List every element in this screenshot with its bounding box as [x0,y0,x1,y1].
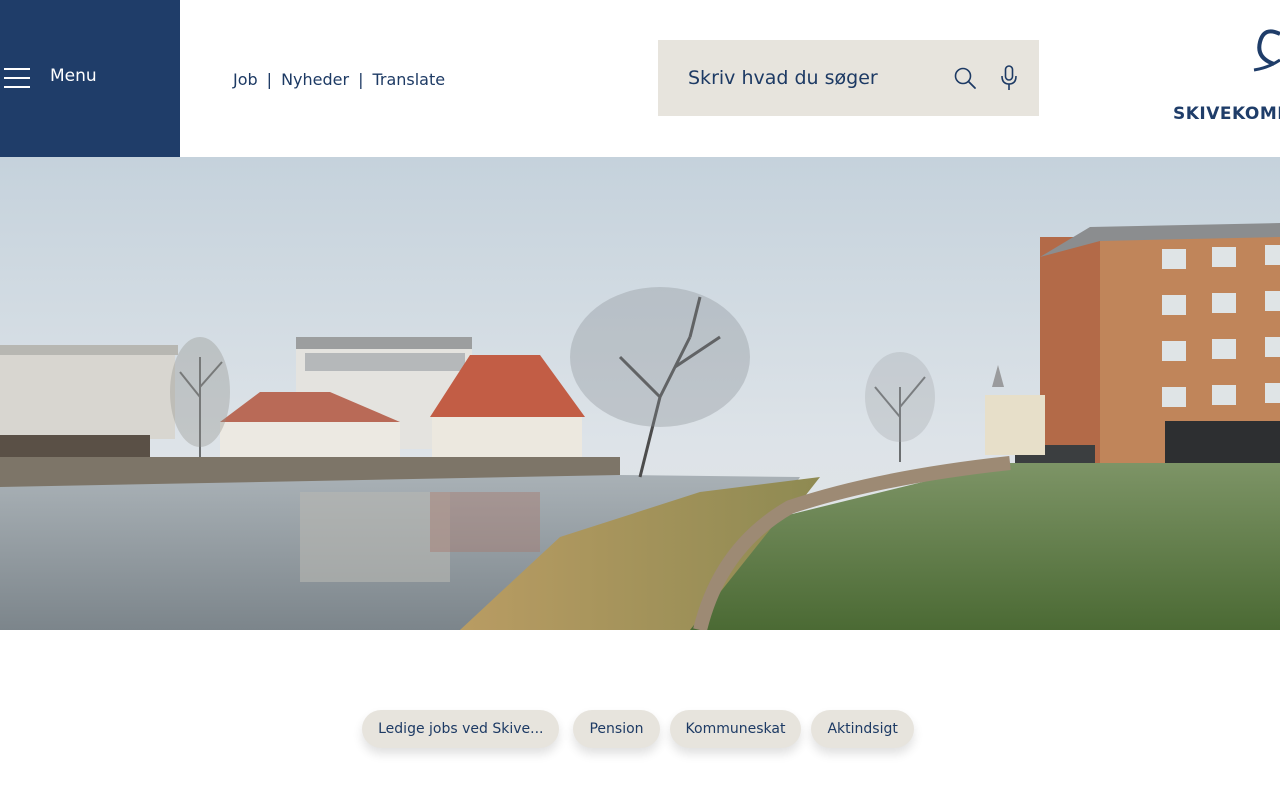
microphone-icon[interactable] [1000,65,1018,91]
link-job[interactable]: Job [233,70,258,89]
quicklink-pension[interactable]: Pension [573,710,660,748]
hamburger-icon [4,68,30,88]
search-box [658,40,1039,116]
quicklink-ledige-jobs[interactable]: Ledige jobs ved Skive... [362,710,560,748]
quicklink-kommuneskat[interactable]: Kommuneskat [669,710,802,748]
site-logo[interactable]: SKIVEKOMMUNE [1168,20,1280,130]
site-header: Menu Job | Nyheder | Translate SKIVEKOMMUNE [0,0,1280,157]
search-icon[interactable] [953,66,977,90]
link-nyheder[interactable]: Nyheder [281,70,349,89]
logo-text: SKIVEKOMMUNE [1173,104,1280,124]
search-input[interactable] [688,62,938,94]
link-separator: | [358,70,364,89]
hero-image [0,157,1280,630]
link-translate[interactable]: Translate [372,70,445,89]
logo-mark-icon [1253,29,1280,72]
quicklink-aktindsigt[interactable]: Aktindsigt [811,710,914,748]
link-separator: | [266,70,273,89]
top-links: Job | Nyheder | Translate [233,70,445,89]
hero-photo [0,157,1280,630]
menu-label: Menu [50,66,97,86]
menu-button[interactable]: Menu [0,0,180,157]
quick-links: Ledige jobs ved Skive... Pension Kommune… [0,710,1280,748]
